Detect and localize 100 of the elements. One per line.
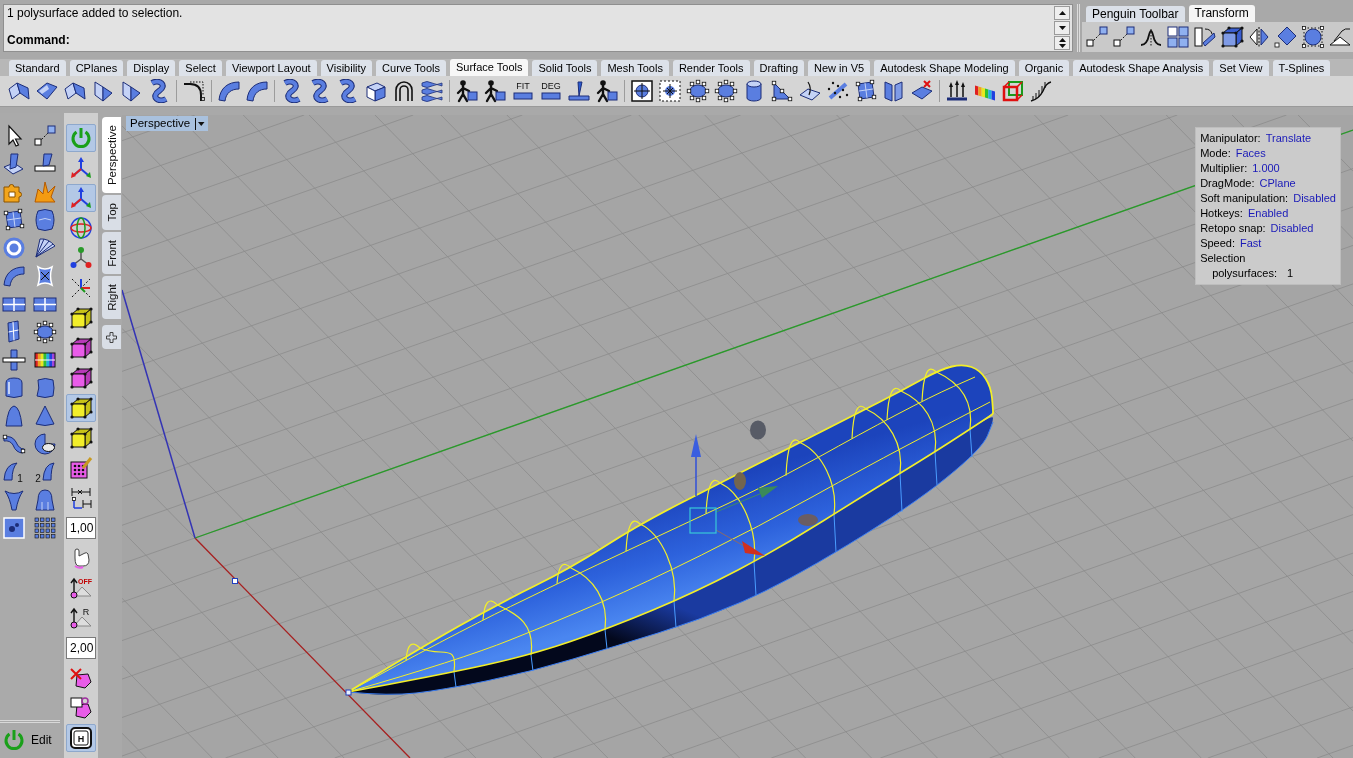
down-arrow-icon[interactable]: [1058, 26, 1066, 30]
mirror-icon[interactable]: [1247, 25, 1271, 49]
points-line-icon[interactable]: [32, 124, 57, 148]
diamond-icon[interactable]: [1274, 25, 1298, 49]
point-ring-icon[interactable]: [714, 79, 738, 103]
toolbar-tab[interactable]: Curve Tools: [376, 60, 446, 76]
panels-icon[interactable]: [882, 79, 906, 103]
ring-icon[interactable]: [2, 236, 26, 260]
wave-surface-icon[interactable]: [420, 79, 444, 103]
toolbar-tab[interactable]: Render Tools: [672, 60, 750, 76]
sphere-points-icon[interactable]: [1301, 25, 1325, 49]
scroll-down-button[interactable]: [1054, 21, 1070, 35]
arrows-up-icon[interactable]: [945, 79, 969, 103]
toolbar-tab[interactable]: Surface Tools: [450, 59, 529, 76]
toolbar-tab[interactable]: Set View: [1213, 60, 1269, 76]
toolbar-tab[interactable]: Autodesk Shape Modeling: [874, 60, 1015, 76]
gumball-y-arrow[interactable]: [715, 486, 778, 513]
toolbar-tab[interactable]: Transform: [1188, 5, 1255, 22]
surface-points-icon[interactable]: [854, 79, 878, 103]
folded-surface-icon[interactable]: [7, 79, 31, 103]
caret-icon[interactable]: [195, 117, 206, 130]
fan-surface-icon[interactable]: [32, 236, 57, 260]
point-marker[interactable]: [232, 578, 238, 584]
toolbar-tab[interactable]: Standard: [9, 60, 66, 76]
gumball-z-arrow[interactable]: [691, 434, 701, 497]
rotate-plane-icon[interactable]: [1193, 25, 1217, 49]
box-icon[interactable]: [1220, 25, 1244, 49]
triangle-points-icon[interactable]: [770, 79, 794, 103]
gumball-x-arrow[interactable]: [715, 529, 765, 556]
point-marker[interactable]: [345, 689, 352, 696]
scroll-up-button[interactable]: [1054, 6, 1070, 20]
toolbar-tab[interactable]: Autodesk Shape Analysis: [1073, 60, 1210, 76]
person-box-icon[interactable]: [595, 79, 619, 103]
box-surface-icon[interactable]: [364, 79, 388, 103]
toolbar-tab[interactable]: Penguin Toolbar: [1086, 6, 1185, 22]
frame-target-icon[interactable]: [630, 79, 654, 103]
toolbar-tab[interactable]: Viewport Layout: [225, 60, 317, 76]
point-ring-icon[interactable]: [32, 320, 57, 344]
points-line-icon[interactable]: [1085, 25, 1109, 49]
gumball-rotate-handle[interactable]: [750, 420, 766, 440]
viewport-tab[interactable]: Right: [102, 276, 121, 320]
toolbar-tab[interactable]: Mesh Tools: [601, 60, 669, 76]
zoom-frame-icon[interactable]: [658, 79, 682, 103]
bell-surface-icon[interactable]: [32, 488, 57, 512]
dot-grid-icon[interactable]: [32, 516, 57, 540]
folded-surface-icon[interactable]: [63, 79, 87, 103]
plane-section-icon[interactable]: [2, 348, 26, 372]
toolbar-tab[interactable]: CPlanes: [69, 60, 124, 76]
curved-surface-icon[interactable]: [217, 79, 241, 103]
toolbar-tab[interactable]: Drafting: [753, 60, 805, 76]
curved-surface-icon[interactable]: [2, 264, 26, 288]
wireframe-cube-icon[interactable]: [1001, 79, 1025, 103]
up-arrow-icon[interactable]: [1058, 11, 1066, 15]
curvature-graph-icon[interactable]: [1029, 79, 1053, 103]
gumball-rotate-handle[interactable]: [798, 514, 818, 526]
toolbar-tab[interactable]: Solid Tools: [532, 60, 598, 76]
toolbar-tab[interactable]: T-Splines: [1272, 60, 1331, 76]
split-surface-icon[interactable]: [2, 152, 26, 176]
toolbar-tab[interactable]: Visibility: [320, 60, 373, 76]
corner-surface-icon[interactable]: [119, 79, 143, 103]
squares-icon[interactable]: [1166, 25, 1190, 49]
viewport-tab[interactable]: Front: [102, 231, 121, 275]
info-label: Soft manipulation:: [1200, 191, 1289, 206]
toolbar-tab[interactable]: Select: [179, 60, 222, 76]
value-field[interactable]: 2,00: [66, 637, 96, 659]
person-box-icon[interactable]: [455, 79, 479, 103]
viewport-tab[interactable]: Perspective: [102, 117, 121, 194]
sphere-cut-icon[interactable]: [32, 432, 57, 456]
cut-plane-icon[interactable]: [567, 79, 591, 103]
toolbar-tab[interactable]: New in V5: [808, 60, 871, 76]
gumball-center-handle[interactable]: [689, 507, 717, 534]
toolbar-tab[interactable]: Display: [127, 60, 176, 76]
scale-icon[interactable]: [1328, 25, 1352, 49]
curved-surface-icon[interactable]: [245, 79, 269, 103]
info-value: Disabled: [1270, 221, 1314, 236]
funnel-surface-icon[interactable]: [2, 488, 26, 512]
new-tab-button[interactable]: [102, 325, 121, 350]
point-ring-icon[interactable]: [686, 79, 710, 103]
fillet-curve-icon[interactable]: [182, 79, 206, 103]
gumball-rotate-handle[interactable]: [734, 472, 746, 490]
corner-surface-icon[interactable]: [91, 79, 115, 103]
resize-button[interactable]: [1054, 36, 1070, 50]
plus-icon[interactable]: [106, 331, 117, 343]
value-field[interactable]: 1,00: [66, 517, 96, 539]
sweep-surface-icon[interactable]: [2, 432, 26, 456]
dome-icon[interactable]: [2, 404, 26, 428]
viewport-tab[interactable]: Top: [102, 195, 121, 230]
surface-curve-icon[interactable]: [798, 79, 822, 103]
person-box-icon[interactable]: [483, 79, 507, 103]
up-down-arrows-icon[interactable]: [1058, 38, 1066, 48]
surface-points-icon[interactable]: [2, 208, 26, 232]
arch-icon[interactable]: [392, 79, 416, 103]
toolbar-tab[interactable]: Organic: [1018, 60, 1070, 76]
pattern-tile-icon[interactable]: [2, 516, 26, 540]
points-line-icon[interactable]: [1112, 25, 1136, 49]
viewport-menu-button[interactable]: Perspective: [126, 116, 209, 131]
edit-button[interactable]: Edit: [2, 728, 60, 752]
rounded-block-icon[interactable]: [2, 376, 26, 400]
blob-surface-icon[interactable]: [32, 208, 57, 232]
cone-icon[interactable]: [32, 404, 57, 428]
